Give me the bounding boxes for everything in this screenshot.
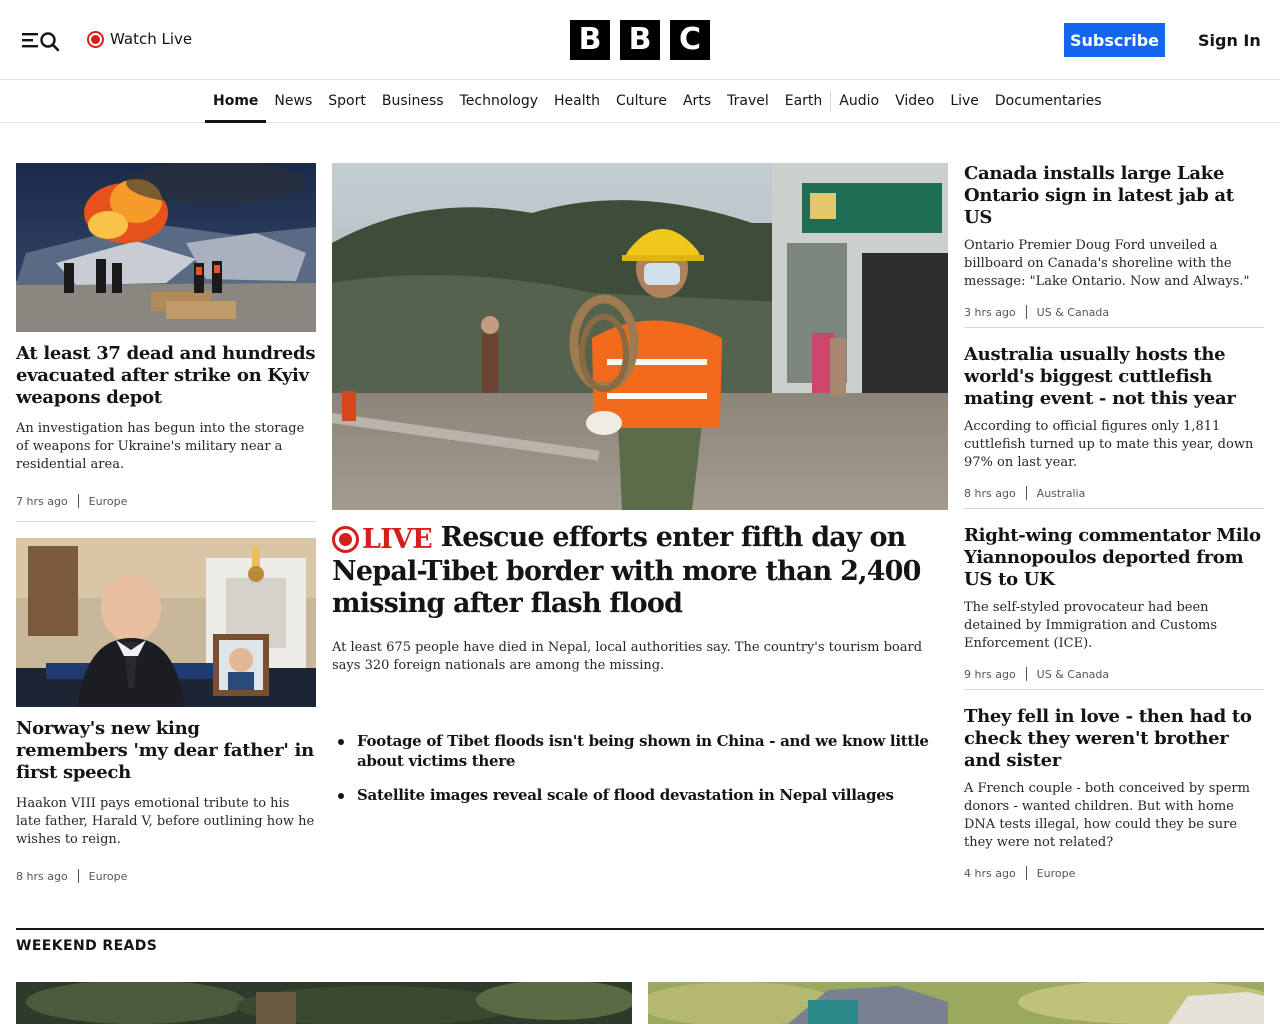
story-summary: An investigation has begun into the stor… <box>16 421 305 472</box>
main-nav: Home News Sport Business Technology Heal… <box>0 80 1280 123</box>
story-tag[interactable]: Europe <box>89 495 128 508</box>
story-time: 4 hrs ago <box>964 866 1016 880</box>
section-title-weekend-reads: WEEKEND READS <box>16 938 158 954</box>
story-headline[interactable]: Right-wing commentator Milo Yiannopoulos… <box>964 525 1264 591</box>
nav-list: Home News Sport Business Technology Heal… <box>205 80 1110 123</box>
story-summary: According to official figures only 1,811… <box>964 419 1254 470</box>
weekend-story-image[interactable] <box>16 982 632 1024</box>
nav-item-video[interactable]: Video <box>887 80 942 122</box>
bullet-icon <box>338 792 344 799</box>
story-meta: 4 hrs ago Europe <box>964 866 1264 880</box>
story-card[interactable]: Right-wing commentator Milo Yiannopoulos… <box>964 525 1264 681</box>
nav-item-health[interactable]: Health <box>546 80 608 122</box>
story-card[interactable]: At least 37 dead and hundreds evacuated … <box>16 163 316 508</box>
nav-item-audio[interactable]: Audio <box>830 80 887 122</box>
divider <box>16 521 316 522</box>
story-headline[interactable]: Australia usually hosts the world's bigg… <box>964 344 1264 410</box>
nav-item-news[interactable]: News <box>266 80 320 122</box>
nav-item-arts[interactable]: Arts <box>675 80 719 122</box>
related-link-item: Footage of Tibet floods isn't being show… <box>332 731 948 771</box>
story-headline[interactable]: At least 37 dead and hundreds evacuated … <box>16 343 316 409</box>
live-dot-icon <box>332 526 359 553</box>
right-column: Canada installs large Lake Ontario sign … <box>964 163 1264 880</box>
logo-letter-b1: B <box>570 20 610 60</box>
logo-letter-c: C <box>670 20 710 60</box>
search-icon <box>40 32 60 52</box>
nav-item-sport[interactable]: Sport <box>320 80 374 122</box>
logo-letter-b2: B <box>620 20 660 60</box>
story-tag[interactable]: US & Canada <box>1037 668 1109 681</box>
menu-icon <box>22 32 60 52</box>
nav-item-home[interactable]: Home <box>205 80 267 123</box>
section-divider <box>16 928 1264 930</box>
related-links: Footage of Tibet floods isn't being show… <box>332 731 948 805</box>
weekend-story-image[interactable] <box>648 982 1264 1024</box>
story-time: 7 hrs ago <box>16 494 68 508</box>
nav-item-documentaries[interactable]: Documentaries <box>987 80 1110 122</box>
menu-search-button[interactable] <box>20 26 62 54</box>
related-link-item: Satellite images reveal scale of flood d… <box>332 785 948 805</box>
story-meta: 9 hrs ago US & Canada <box>964 667 1264 681</box>
left-column: At least 37 dead and hundreds evacuated … <box>16 163 316 883</box>
nav-item-earth[interactable]: Earth <box>777 80 831 122</box>
nav-item-live[interactable]: Live <box>942 80 987 122</box>
story-headline[interactable]: Canada installs large Lake Ontario sign … <box>964 163 1264 229</box>
story-summary: The self-styled provocateur had been det… <box>964 600 1218 651</box>
story-tag[interactable]: Europe <box>89 870 128 883</box>
story-headline[interactable]: Norway's new king remembers 'my dear fat… <box>16 718 316 784</box>
story-tag[interactable]: Europe <box>1037 867 1076 880</box>
sign-in-link[interactable]: Sign In <box>1192 23 1267 57</box>
watch-live-label: Watch Live <box>110 30 193 48</box>
live-dot-icon <box>87 30 104 48</box>
story-meta: 3 hrs ago US & Canada <box>964 305 1264 319</box>
story-summary: A French couple - both conceived by sper… <box>964 781 1250 850</box>
story-time: 8 hrs ago <box>16 869 68 883</box>
story-card[interactable]: Canada installs large Lake Ontario sign … <box>964 163 1264 319</box>
story-meta: 7 hrs ago Europe <box>16 494 316 508</box>
story-tag[interactable]: Australia <box>1037 487 1086 500</box>
story-image-kyiv-strike[interactable] <box>16 163 316 332</box>
story-time: 3 hrs ago <box>964 305 1016 319</box>
story-summary: Ontario Premier Doug Ford unveiled a bil… <box>964 238 1250 289</box>
watch-live-link[interactable]: Watch Live <box>87 28 192 50</box>
lead-story: LIVE Rescue efforts enter fifth day on N… <box>332 163 948 819</box>
story-meta: 8 hrs ago Australia <box>964 486 1264 500</box>
live-badge: LIVE <box>332 523 433 556</box>
nav-item-travel[interactable]: Travel <box>719 80 777 122</box>
subscribe-button[interactable]: Subscribe <box>1064 23 1165 57</box>
story-tag[interactable]: US & Canada <box>1037 306 1109 319</box>
bullet-icon <box>338 738 344 745</box>
story-meta: 8 hrs ago Europe <box>16 869 316 883</box>
story-headline[interactable]: They fell in love - then had to check th… <box>964 706 1264 772</box>
nav-item-culture[interactable]: Culture <box>608 80 675 122</box>
story-time: 9 hrs ago <box>964 667 1016 681</box>
story-time: 8 hrs ago <box>964 486 1016 500</box>
divider <box>964 689 1264 690</box>
divider <box>964 508 1264 509</box>
lead-story-summary: At least 675 people have died in Nepal, … <box>332 639 923 673</box>
story-summary: Haakon VIII pays emotional tribute to hi… <box>16 796 315 847</box>
lead-story-image[interactable] <box>332 163 948 510</box>
story-image-norway-king[interactable] <box>16 538 316 707</box>
bbc-logo[interactable]: B B C <box>570 20 710 60</box>
story-card[interactable]: Australia usually hosts the world's bigg… <box>964 344 1264 500</box>
related-link[interactable]: Footage of Tibet floods isn't being show… <box>357 731 948 771</box>
story-card[interactable]: Norway's new king remembers 'my dear fat… <box>16 538 316 883</box>
masthead: Watch Live B B C Subscribe Sign In <box>0 0 1280 80</box>
divider <box>964 327 1264 328</box>
live-label-text: LIVE <box>362 523 433 555</box>
related-link[interactable]: Satellite images reveal scale of flood d… <box>357 785 894 805</box>
nav-item-business[interactable]: Business <box>374 80 452 122</box>
lead-story-headline[interactable]: LIVE Rescue efforts enter fifth day on N… <box>332 522 948 620</box>
nav-item-technology[interactable]: Technology <box>452 80 546 122</box>
story-card[interactable]: They fell in love - then had to check th… <box>964 706 1264 880</box>
